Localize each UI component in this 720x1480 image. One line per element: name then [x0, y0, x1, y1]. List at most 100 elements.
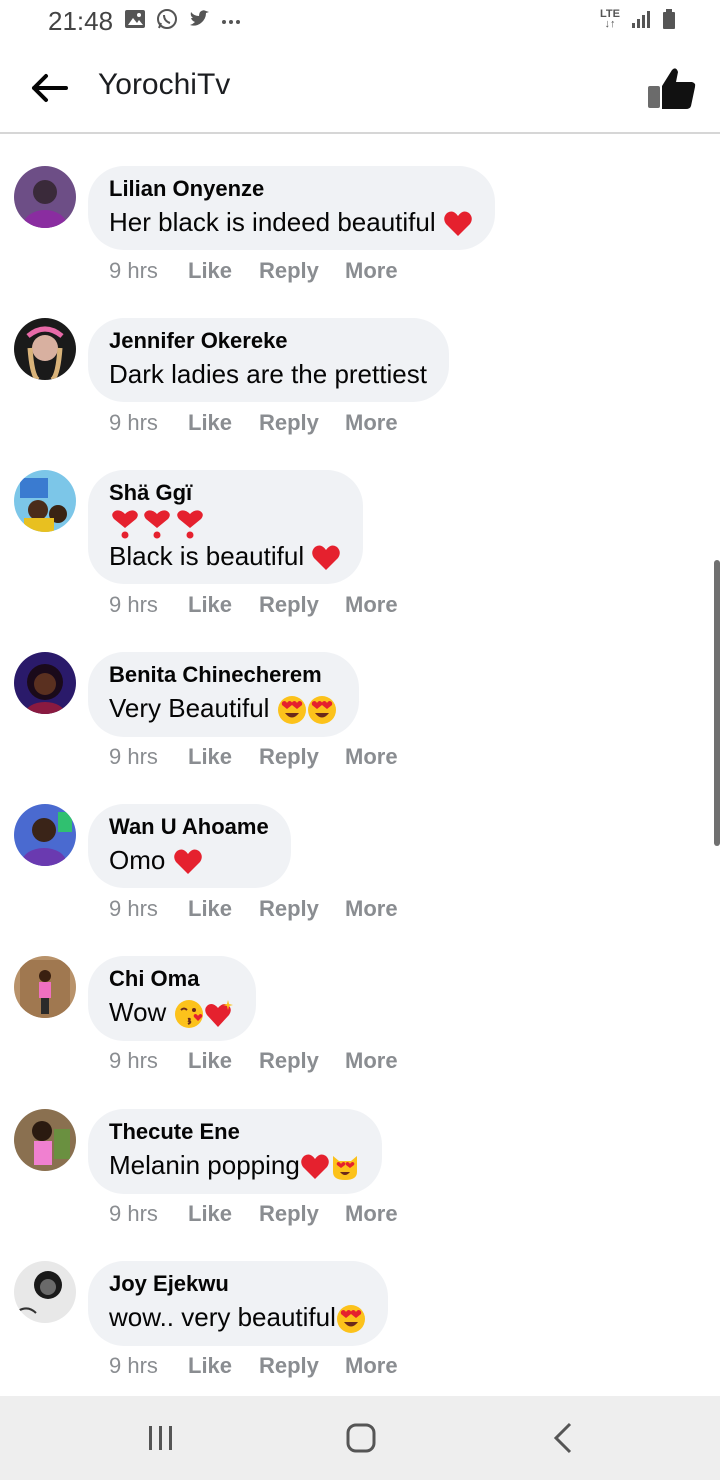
comment-text: Omo: [109, 845, 166, 875]
comment-author[interactable]: Benita Chinecherem: [109, 662, 337, 688]
comment-bubble[interactable]: Jennifer Okereke Dark ladies are the pre…: [88, 318, 449, 402]
page-title: YorochiTv: [98, 68, 231, 101]
like-button[interactable]: Like: [188, 896, 259, 922]
comment-author[interactable]: Lilian Onyenze: [109, 176, 473, 202]
heart-exclamation-icon: [144, 510, 171, 539]
comment-text: Wow: [109, 997, 167, 1027]
like-button[interactable]: Like: [188, 1048, 259, 1074]
reply-button[interactable]: Reply: [259, 1201, 345, 1227]
comment-time[interactable]: 9 hrs: [109, 1201, 188, 1227]
comment-time[interactable]: 9 hrs: [109, 1353, 188, 1379]
comment-text: Very Beautiful: [109, 693, 270, 723]
comment-author[interactable]: Joy Ejekwu: [109, 1271, 366, 1297]
like-button[interactable]: Like: [188, 1353, 259, 1379]
avatar[interactable]: [14, 652, 76, 714]
avatar[interactable]: [14, 1109, 76, 1171]
comment-bubble[interactable]: Lilian Onyenze Her black is indeed beaut…: [88, 166, 495, 251]
red-heart-icon: [173, 849, 202, 875]
comment-bubble[interactable]: Shä Ggï Black is beautiful: [88, 470, 364, 585]
app-bar: YorochiTv: [0, 44, 720, 134]
heart-eyes-cat-emoji-icon: [332, 1156, 357, 1181]
comment-author[interactable]: Thecute Ene: [109, 1119, 360, 1145]
comment-actions: 9 hrs Like Reply More: [109, 896, 398, 922]
comment-author[interactable]: Chi Oma: [109, 966, 234, 992]
avatar[interactable]: [14, 318, 76, 380]
reply-button[interactable]: Reply: [259, 258, 345, 284]
more-button[interactable]: More: [345, 1048, 398, 1074]
comment-text: Her black is indeed beautiful: [109, 207, 436, 237]
avatar[interactable]: [14, 804, 76, 866]
reply-button[interactable]: Reply: [259, 410, 345, 436]
twitter-icon: [190, 10, 209, 26]
network-type: LTE ↓↑: [600, 8, 620, 30]
comment-text: wow.. very beautiful: [109, 1302, 336, 1332]
comment-bubble[interactable]: Joy Ejekwu wow.. very beautiful: [88, 1261, 388, 1347]
navigation-bar: [0, 1396, 720, 1480]
comment-bubble[interactable]: Chi Oma Wow: [88, 956, 256, 1042]
heart-eyes-emoji-icon: [277, 696, 306, 725]
reply-button[interactable]: Reply: [259, 1353, 345, 1379]
comment-actions: 9 hrs Like Reply More: [109, 258, 398, 284]
reply-button[interactable]: Reply: [259, 744, 345, 770]
status-time: 21:48: [48, 6, 114, 36]
avatar[interactable]: [14, 956, 76, 1018]
more-button[interactable]: More: [345, 258, 398, 284]
avatar[interactable]: [14, 470, 76, 532]
more-button[interactable]: More: [345, 896, 398, 922]
back-arrow-icon[interactable]: [30, 70, 70, 106]
comment-author[interactable]: Jennifer Okereke: [109, 328, 427, 354]
comment-time[interactable]: 9 hrs: [109, 258, 188, 284]
comment-bubble[interactable]: Thecute Ene Melanin popping: [88, 1109, 382, 1195]
comment-time[interactable]: 9 hrs: [109, 592, 188, 618]
back-nav-icon[interactable]: [542, 1416, 586, 1460]
home-icon[interactable]: [339, 1416, 383, 1460]
comment-text: Dark ladies are the prettiest: [109, 359, 427, 389]
comment-time[interactable]: 9 hrs: [109, 410, 188, 436]
comment-actions: 9 hrs Like Reply More: [109, 1353, 398, 1379]
heart-eyes-emoji-icon: [307, 696, 336, 725]
comment-time[interactable]: 9 hrs: [109, 1048, 188, 1074]
gallery-icon: [125, 10, 145, 28]
more-button[interactable]: More: [345, 1201, 398, 1227]
red-heart-icon: [301, 1154, 329, 1180]
recent-apps-icon[interactable]: [139, 1416, 183, 1460]
comment-bubble[interactable]: Wan U Ahoame Omo: [88, 804, 291, 889]
comment-actions: 9 hrs Like Reply More: [109, 592, 398, 618]
comment-time[interactable]: 9 hrs: [109, 896, 188, 922]
status-bar: 21:48 LTE ↓↑: [0, 0, 720, 44]
like-button[interactable]: Like: [188, 1201, 259, 1227]
comment-text: Melanin popping: [109, 1150, 300, 1180]
red-heart-icon: [444, 211, 472, 237]
comment-author[interactable]: Wan U Ahoame: [109, 814, 269, 840]
reply-button[interactable]: Reply: [259, 1048, 345, 1074]
reply-button[interactable]: Reply: [259, 592, 345, 618]
like-button[interactable]: Like: [188, 258, 259, 284]
more-button[interactable]: More: [345, 744, 398, 770]
comment-text: Black is beautiful: [109, 541, 305, 571]
like-button[interactable]: Like: [188, 592, 259, 618]
more-button[interactable]: More: [345, 410, 398, 436]
whatsapp-icon: [157, 9, 177, 29]
comment-actions: 9 hrs Like Reply More: [109, 410, 398, 436]
scrollbar[interactable]: [714, 560, 720, 846]
heart-exclamation-icon: [177, 510, 203, 539]
comment-bubble[interactable]: Benita Chinecherem Very Beautiful: [88, 652, 359, 738]
kissing-heart-emoji-icon: [174, 1000, 203, 1029]
reply-button[interactable]: Reply: [259, 896, 345, 922]
thumbs-up-icon[interactable]: [646, 64, 698, 112]
comment-time[interactable]: 9 hrs: [109, 744, 188, 770]
heart-exclamations: [111, 510, 341, 540]
more-button[interactable]: More: [345, 592, 398, 618]
avatar[interactable]: [14, 1261, 76, 1323]
sparkling-heart-icon: [204, 1000, 233, 1028]
comment-actions: 9 hrs Like Reply More: [109, 744, 398, 770]
like-button[interactable]: Like: [188, 410, 259, 436]
battery-icon: [663, 9, 675, 29]
heart-eyes-emoji-icon: [336, 1305, 365, 1334]
signal-icon: [632, 11, 650, 28]
comment-author[interactable]: Shä Ggï: [109, 480, 341, 506]
avatar[interactable]: [14, 166, 76, 228]
like-button[interactable]: Like: [188, 744, 259, 770]
red-heart-icon: [312, 545, 341, 571]
more-button[interactable]: More: [345, 1353, 398, 1379]
